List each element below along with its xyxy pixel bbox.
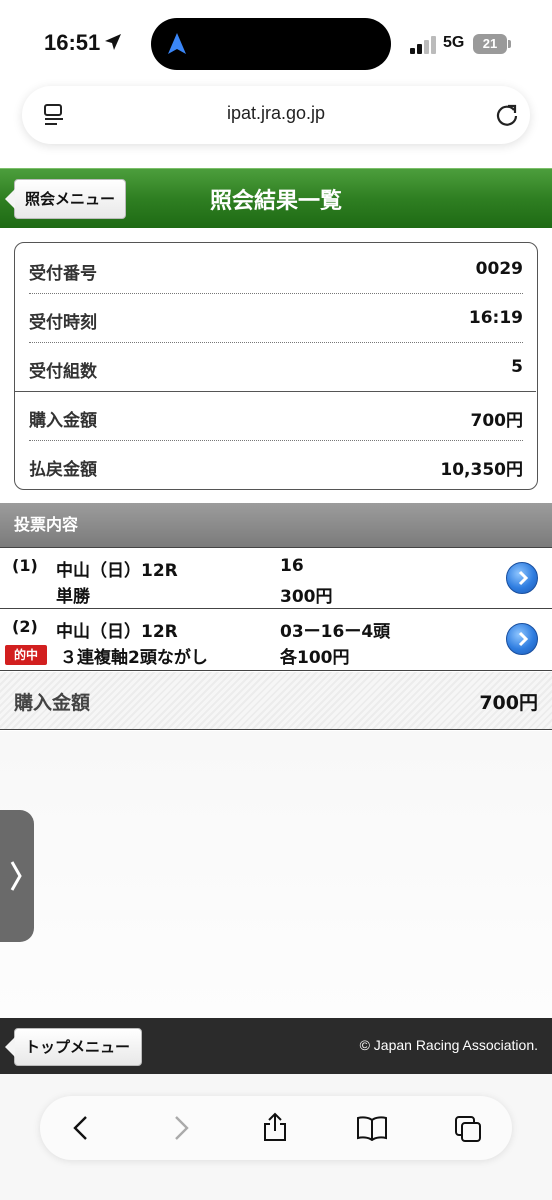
summary-value: 16:19 — [468, 308, 523, 328]
share-icon[interactable] — [262, 1112, 288, 1142]
chevron-right-icon — [518, 631, 529, 647]
empty-area — [0, 731, 552, 1018]
status-time: 16:51 — [44, 30, 101, 55]
summary-value: 10,350円 — [440, 460, 523, 480]
back-icon[interactable] — [70, 1115, 94, 1141]
summary-row-receipt-time: 受付時刻 16:19 — [29, 294, 523, 342]
reload-icon[interactable] — [494, 102, 520, 128]
summary-label: 受付番号 — [29, 264, 97, 284]
page-header: 照会メニュー 照会結果一覧 — [0, 168, 552, 228]
summary-label: 受付時刻 — [29, 313, 97, 333]
network-type: 5G — [443, 34, 465, 51]
side-panel-handle[interactable] — [0, 810, 34, 942]
bet-type: ３連複軸2頭ながし — [60, 648, 208, 668]
bet-race: 中山（日）12R — [56, 561, 178, 581]
summary-row-receipt-number: 受付番号 0029 — [29, 245, 523, 293]
bet-amount: 各100円 — [280, 648, 350, 668]
bet-type: 単勝 — [56, 587, 90, 607]
bet-row[interactable]: (2) 的中 中山（日）12R ３連複軸2頭ながし 03ー16ー4頭 各100円 — [0, 609, 552, 671]
dynamic-island — [151, 18, 391, 70]
summary-box: 受付番号 0029 受付時刻 16:19 受付組数 5 購入金額 700円 払戻… — [14, 242, 538, 490]
bet-combination: 03ー16ー4頭 — [280, 622, 391, 642]
bet-number: (2) — [12, 617, 38, 636]
hit-badge: 的中 — [5, 645, 47, 665]
chevron-right-icon — [10, 861, 22, 891]
bet-detail-button[interactable] — [506, 562, 538, 594]
navigation-arrow-icon — [168, 33, 186, 54]
page-title: 照会結果一覧 — [0, 183, 552, 215]
summary-value: 700円 — [470, 411, 524, 431]
forward-icon[interactable] — [168, 1115, 192, 1141]
browser-toolbar — [40, 1096, 512, 1160]
summary-value: 0029 — [475, 259, 523, 279]
summary-value: 5 — [511, 357, 523, 377]
bet-detail-button[interactable] — [506, 623, 538, 655]
copyright-text: © Japan Racing Association. — [359, 1037, 538, 1053]
bet-number: (1) — [12, 556, 38, 575]
summary-row-set-count: 受付組数 5 — [29, 343, 523, 391]
bet-race: 中山（日）12R — [56, 622, 178, 642]
total-value: 700円 — [479, 692, 538, 714]
battery-cap — [508, 40, 511, 48]
summary-label: 払戻金額 — [29, 460, 97, 480]
url-text[interactable]: ipat.jra.go.jp — [22, 103, 530, 124]
top-menu-button[interactable]: トップメニュー — [5, 1028, 142, 1066]
location-arrow-icon — [105, 34, 121, 50]
url-bar[interactable]: ipat.jra.go.jp — [22, 86, 530, 144]
page-title-text: 照会結果一覧 — [209, 189, 342, 214]
footer: トップメニュー © Japan Racing Association. — [0, 1018, 552, 1074]
tabs-icon[interactable] — [454, 1115, 482, 1143]
signal-icon — [410, 36, 438, 54]
battery-icon: 21 — [473, 34, 507, 54]
status-bar: 16:51 5G 21 — [0, 0, 552, 90]
chevron-right-icon — [518, 570, 529, 586]
bet-combination: 16 — [280, 556, 304, 576]
bet-row[interactable]: (1) 中山（日）12R 単勝 16 300円 — [0, 547, 552, 609]
total-row: 購入金額 700円 — [0, 672, 552, 730]
summary-label: 受付組数 — [29, 362, 97, 382]
summary-row-payout-amount: 払戻金額 10,350円 — [29, 441, 523, 489]
bookmarks-icon[interactable] — [356, 1115, 388, 1141]
bet-content-header: 投票内容 — [0, 503, 552, 547]
summary-label: 購入金額 — [29, 411, 97, 431]
total-label: 購入金額 — [14, 692, 91, 714]
bet-amount: 300円 — [280, 587, 333, 607]
summary-row-purchase-amount: 購入金額 700円 — [29, 392, 523, 440]
